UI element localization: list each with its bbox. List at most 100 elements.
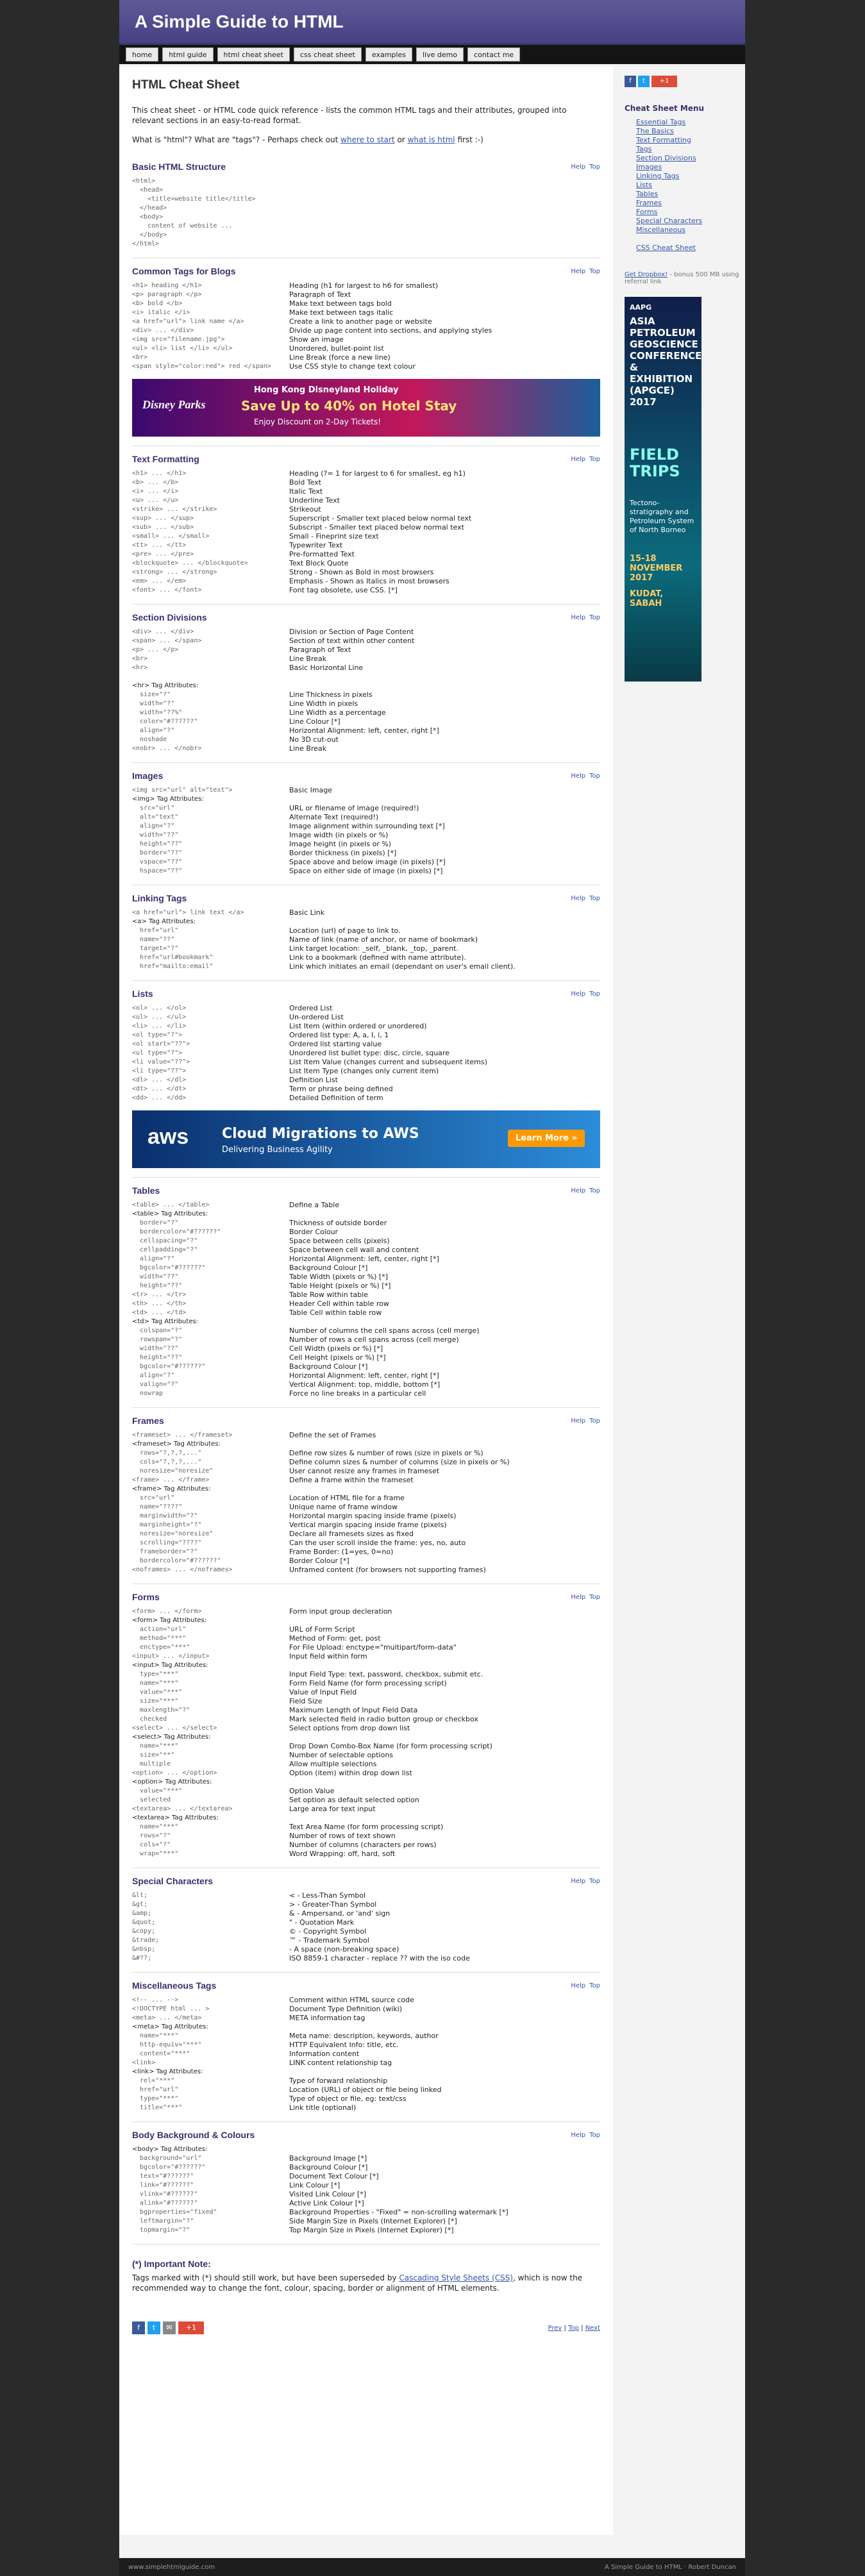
code-cell: <select> Tag Attributes: bbox=[132, 1734, 211, 1741]
table-row: <li> ... </li> List Item (within ordered … bbox=[132, 1022, 600, 1031]
google-plus-icon[interactable]: +1 bbox=[651, 76, 677, 87]
site-title[interactable]: A Simple Guide to HTML bbox=[135, 12, 344, 32]
table-row: <img> Tag Attributes: bbox=[132, 795, 600, 804]
description-cell: Typewriter Text bbox=[289, 541, 343, 549]
table-row: bgcolor="#??????" Background Colour [*] bbox=[132, 1362, 600, 1371]
sidebar-link-tables[interactable]: Tables bbox=[636, 190, 658, 198]
top-link[interactable]: Top bbox=[589, 1418, 600, 1425]
code-cell: width="??" bbox=[132, 832, 179, 839]
facebook-icon[interactable]: f bbox=[625, 76, 636, 87]
facebook-icon[interactable]: f bbox=[132, 2321, 145, 2334]
section-header: Linking Tags Help Top bbox=[132, 893, 600, 903]
top-link[interactable]: Top bbox=[589, 991, 600, 998]
nav-link-contact-me[interactable]: contact me bbox=[467, 47, 521, 62]
table-row: <dl> ... </dl> Definition List bbox=[132, 1076, 600, 1085]
ad-text: & EXHIBITION bbox=[630, 362, 693, 385]
table-row: align="?" Horizontal Alignment: left, cen… bbox=[132, 1371, 600, 1380]
help-link[interactable]: Help bbox=[571, 456, 585, 463]
help-link[interactable]: Help bbox=[571, 1418, 585, 1425]
prev-link[interactable]: Prev bbox=[548, 2325, 562, 2332]
nav-link-html-cheat-sheet[interactable]: html cheat sheet bbox=[217, 47, 290, 62]
sidebar-link-linking-tags[interactable]: Linking Tags bbox=[636, 172, 679, 180]
help-link[interactable]: Help bbox=[571, 1878, 585, 1885]
description-cell: Link target location: _self, _blank, _to… bbox=[289, 944, 458, 953]
footer-url[interactable]: www.simplehtmlguide.com bbox=[128, 2564, 215, 2571]
nav-link-html-guide[interactable]: html guide bbox=[162, 47, 214, 62]
top-link[interactable]: Top bbox=[589, 1982, 600, 1989]
description-cell: Thickness of outside border bbox=[289, 1219, 387, 1227]
help-link[interactable]: Help bbox=[571, 2132, 585, 2139]
description-cell: Text Area Name (for form processing scri… bbox=[289, 1823, 444, 1831]
table-row: <option> Tag Attributes: bbox=[132, 1778, 600, 1787]
next-link[interactable]: Next bbox=[585, 2325, 600, 2332]
email-icon[interactable]: ✉ bbox=[163, 2321, 176, 2334]
sidebar-link-forms[interactable]: Forms bbox=[636, 208, 657, 216]
nav-link-css-cheat-sheet[interactable]: css cheat sheet bbox=[293, 47, 362, 62]
top-link[interactable]: Top bbox=[589, 1187, 600, 1194]
sidebar-link-images[interactable]: Images bbox=[636, 163, 662, 171]
code-cell: <strong> ... </strong> bbox=[132, 569, 217, 576]
description-cell: Name of link (name of anchor, or name of… bbox=[289, 935, 478, 944]
top-link[interactable]: Top bbox=[589, 773, 600, 780]
help-link[interactable]: Help bbox=[571, 895, 585, 902]
table-row: <frame> Tag Attributes: bbox=[132, 1485, 600, 1494]
table-row: rows="?" Number of rows of text shown bbox=[132, 1832, 600, 1841]
top-link[interactable]: Top bbox=[589, 268, 600, 275]
ad-cta-button[interactable]: Learn More » bbox=[507, 1130, 585, 1147]
advert-banner[interactable]: aws Cloud Migrations to AWS Delivering Bus… bbox=[132, 1110, 600, 1168]
help-link[interactable]: Help bbox=[571, 991, 585, 998]
description-cell: Basic Horizontal Line bbox=[289, 664, 364, 672]
nav-link-examples[interactable]: examples bbox=[365, 47, 412, 62]
help-link[interactable]: Help bbox=[571, 268, 585, 275]
table-row: &nbsp; - A space (non-breaking space) bbox=[132, 1945, 600, 1954]
help-link[interactable]: Help bbox=[571, 1594, 585, 1601]
help-link[interactable]: Help bbox=[571, 614, 585, 621]
twitter-icon[interactable]: t bbox=[638, 76, 650, 87]
sidebar-advert[interactable]: AAPG ASIA PETROLEUM GEOSCIENCE CONFERENC… bbox=[625, 297, 701, 682]
top-link[interactable]: Top bbox=[568, 2325, 579, 2332]
css-cheat-sheet-link[interactable]: CSS Cheat Sheet bbox=[636, 244, 696, 252]
table-row: bordercolor="#??????" Border Colour bbox=[132, 1228, 600, 1237]
help-link[interactable]: Help bbox=[571, 1982, 585, 1989]
table-row: <link> LINK content relationship tag bbox=[132, 2059, 600, 2068]
sidebar-link-essential-tags[interactable]: Essential Tags bbox=[636, 118, 685, 126]
sidebar-link-frames[interactable]: Frames bbox=[636, 199, 662, 207]
description-cell: Font tag obsolete, use CSS. [*] bbox=[289, 586, 398, 594]
table-row: marginwidth="?" Horizontal margin spacing… bbox=[132, 1512, 600, 1521]
description-cell: List Item (within ordered or unordered) bbox=[289, 1022, 427, 1030]
twitter-icon[interactable]: t bbox=[147, 2321, 160, 2334]
description-cell bbox=[289, 1778, 600, 1787]
nav-link-live-demo[interactable]: live demo bbox=[416, 47, 464, 62]
section-title: Linking Tags bbox=[132, 893, 187, 903]
dropbox-link[interactable]: Get Dropbox! bbox=[625, 271, 668, 278]
sidebar-link-special-characters[interactable]: Special Characters bbox=[636, 217, 702, 225]
top-link[interactable]: Top bbox=[589, 895, 600, 902]
top-link[interactable]: Top bbox=[589, 2132, 600, 2139]
table-row: <img src="url" alt="text"> Basic Image bbox=[132, 786, 600, 795]
sidebar-link-miscellaneous[interactable]: Miscellaneous bbox=[636, 226, 685, 234]
where-to-start-link[interactable]: where to start bbox=[340, 135, 394, 144]
what-is-html-link[interactable]: what is html bbox=[408, 135, 455, 144]
sidebar-link-section-divisions[interactable]: Section Divisions bbox=[636, 154, 696, 162]
top-nav: home html guide html cheat sheet css cheat … bbox=[119, 45, 745, 64]
advert-banner[interactable]: Disney Parks Hong Kong Disneyland Holiday… bbox=[132, 379, 600, 437]
top-link[interactable]: Top bbox=[589, 1878, 600, 1885]
css-link[interactable]: Cascading Style Sheets (CSS) bbox=[399, 2273, 513, 2282]
help-link[interactable]: Help bbox=[571, 773, 585, 780]
sidebar-link-the-basics[interactable]: The Basics bbox=[636, 127, 674, 135]
top-link[interactable]: Top bbox=[589, 614, 600, 621]
top-link[interactable]: Top bbox=[589, 163, 600, 171]
sidebar-link-tags[interactable]: Tags bbox=[636, 145, 651, 153]
nav-link-home[interactable]: home bbox=[126, 47, 159, 62]
top-link[interactable]: Top bbox=[589, 456, 600, 463]
sidebar-link-text-formatting[interactable]: Text Formatting bbox=[636, 136, 691, 144]
description-cell: Alternate Text (required!) bbox=[289, 813, 379, 821]
google-plus-icon[interactable]: +1 bbox=[178, 2321, 204, 2334]
description-cell: Table Cell within table row bbox=[289, 1309, 382, 1317]
help-link[interactable]: Help bbox=[571, 1187, 585, 1194]
table-row: <td> ... </td> Table Cell within table ro… bbox=[132, 1309, 600, 1317]
top-link[interactable]: Top bbox=[589, 1594, 600, 1601]
help-link[interactable]: Help bbox=[571, 163, 585, 171]
table-row: rel="***" Type of forward relationship bbox=[132, 2077, 600, 2086]
sidebar-link-lists[interactable]: Lists bbox=[636, 181, 652, 189]
